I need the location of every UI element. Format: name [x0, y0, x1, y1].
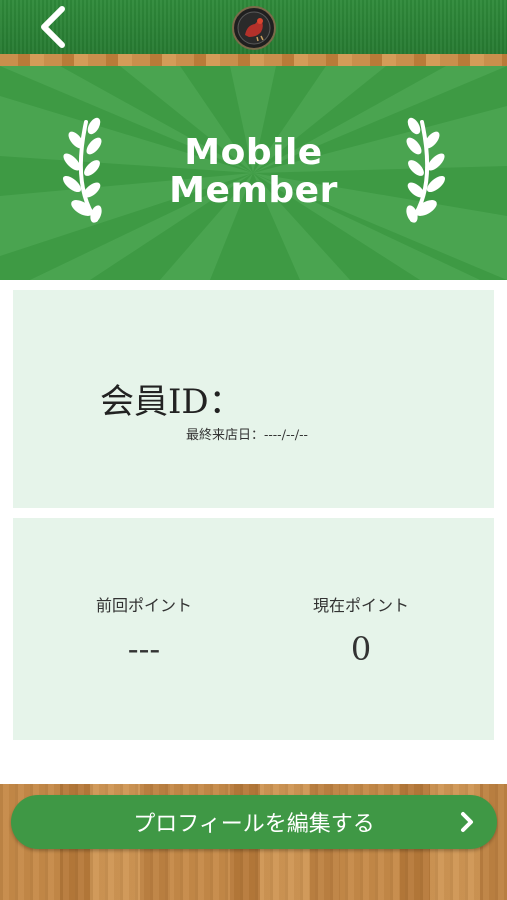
member-id-card: 会員ID： 最終来店日：----/--/-- — [13, 290, 494, 508]
rooster-logo-icon — [231, 5, 277, 51]
previous-points-label: 前回ポイント — [95, 596, 192, 615]
edit-profile-label: プロフィールを編集する — [133, 812, 375, 837]
chevron-right-icon — [461, 812, 473, 832]
last-visit-date: 最終来店日：----/--/-- — [186, 428, 308, 443]
wood-divider — [0, 54, 507, 66]
edit-profile-button[interactable]: プロフィールを編集する — [11, 795, 497, 849]
laurel-right-icon — [406, 117, 446, 223]
points-card: 前回ポイント --- 現在ポイント 0 — [13, 518, 494, 740]
mobile-member-banner: Mobile Member — [0, 66, 507, 280]
previous-points-value: --- — [127, 630, 161, 668]
back-button[interactable] — [30, 4, 76, 50]
top-header — [0, 0, 507, 54]
current-points-value: 0 — [350, 630, 372, 668]
chevron-left-icon — [41, 6, 65, 48]
member-id-label: 会員ID： — [100, 382, 243, 422]
current-points-label: 現在ポイント — [312, 596, 409, 615]
